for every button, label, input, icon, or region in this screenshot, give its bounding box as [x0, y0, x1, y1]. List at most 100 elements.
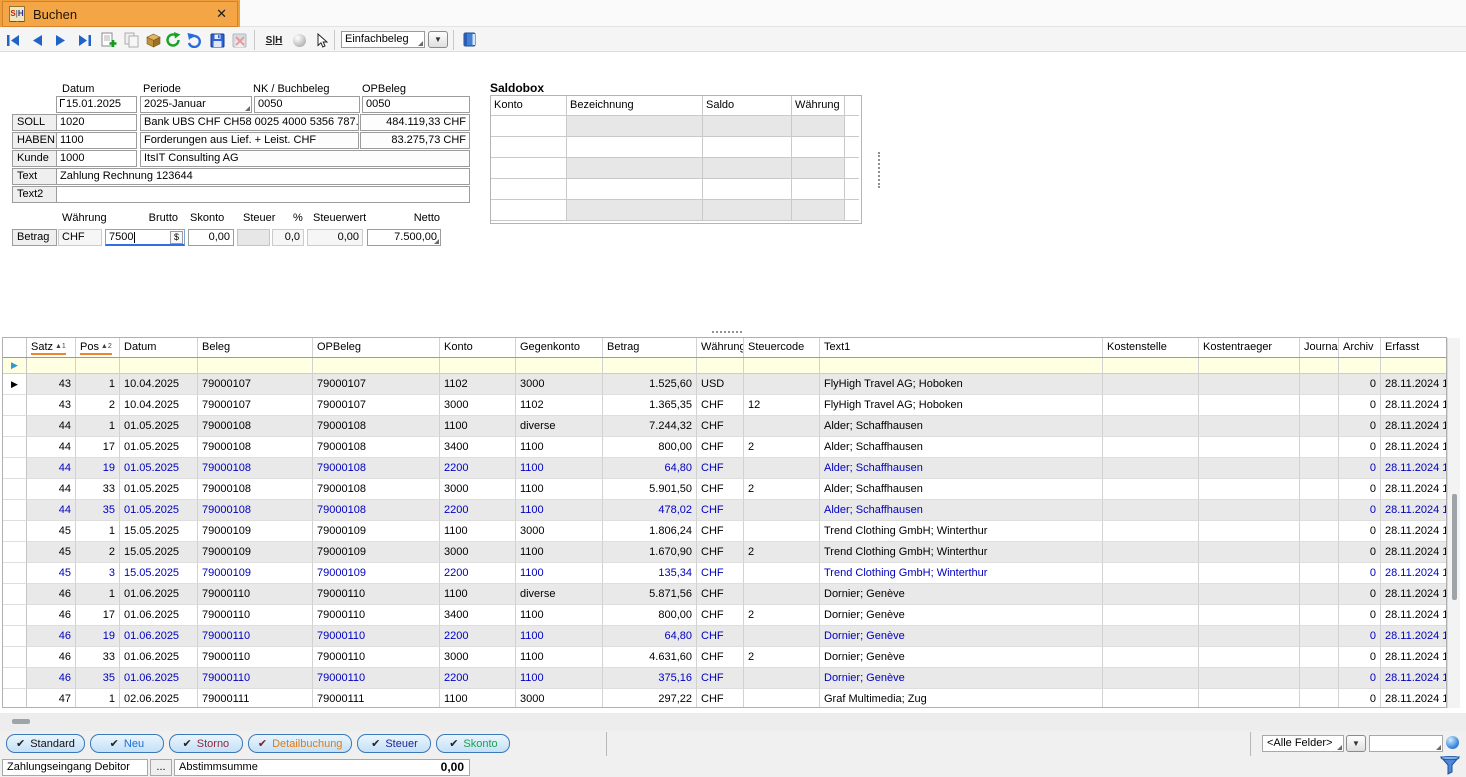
row-selector-cell[interactable]	[3, 458, 27, 479]
button-detailbuchung[interactable]: ✔Detailbuchung	[248, 734, 353, 753]
button-storno[interactable]: ✔Storno	[169, 734, 243, 753]
undo-icon[interactable]	[186, 31, 204, 49]
filter-cell-opbeleg[interactable]	[313, 358, 440, 374]
saldobox-row[interactable]	[491, 158, 861, 179]
netto-input[interactable]: 7.500,00	[367, 229, 441, 246]
booking-type-browse-button[interactable]: ...	[150, 759, 172, 776]
skonto-input[interactable]: 0,00	[188, 229, 234, 246]
pointer-icon[interactable]	[312, 31, 330, 49]
filter-cell-gegenkonto[interactable]	[516, 358, 603, 374]
column-header-archiv[interactable]: Archiv	[1339, 338, 1381, 357]
row-selector-cell[interactable]	[3, 542, 27, 563]
table-row[interactable]: 461901.06.202579000110790001102200110064…	[3, 626, 1446, 647]
soll-konto-input[interactable]: 1020	[56, 114, 137, 131]
column-header-betrag[interactable]: Betrag	[603, 338, 697, 357]
filter-cell-beleg[interactable]	[198, 358, 313, 374]
table-row[interactable]: 461701.06.202579000110790001103400110080…	[3, 605, 1446, 626]
column-header-gegenkonto[interactable]: Gegenkonto	[516, 338, 603, 357]
row-selector-cell[interactable]	[3, 605, 27, 626]
currency-button[interactable]: $	[170, 231, 183, 244]
column-header-kostentraeger[interactable]: Kostentraeger	[1199, 338, 1300, 357]
column-header-datum[interactable]: Datum	[120, 338, 198, 357]
row-selector-cell[interactable]	[3, 563, 27, 584]
last-record-button[interactable]	[76, 31, 94, 49]
saldobox-splitter-handle[interactable]	[878, 152, 880, 188]
search-sphere-icon[interactable]	[1446, 736, 1459, 749]
filter-cell-archiv[interactable]	[1339, 358, 1381, 374]
filter-cell-kostentraeger[interactable]	[1199, 358, 1300, 374]
column-header-pos[interactable]: Pos ▲2	[76, 338, 120, 357]
datum-input[interactable]: 15.01.2025	[56, 96, 137, 113]
document-type-dropdown-button[interactable]: ▼	[428, 31, 448, 48]
row-selector-cell[interactable]	[3, 521, 27, 542]
text-input[interactable]: Zahlung Rechnung 123644	[56, 168, 470, 185]
package-icon[interactable]	[144, 31, 162, 49]
table-filter-row[interactable]: ▶	[3, 358, 1446, 374]
column-header-satz[interactable]: Satz ▲1	[27, 338, 76, 357]
book-icon[interactable]	[460, 31, 478, 49]
table-row[interactable]: 443301.05.20257900010879000108300011005.…	[3, 479, 1446, 500]
table-row[interactable]: 463501.06.202579000110790001102200110037…	[3, 668, 1446, 689]
table-row[interactable]: 43210.04.20257900010779000107300011021.3…	[3, 395, 1446, 416]
table-row[interactable]: 441901.05.202579000108790001082200110064…	[3, 458, 1446, 479]
filter-cell-kostenstelle[interactable]	[1103, 358, 1199, 374]
vertical-scrollbar-thumb[interactable]	[1452, 494, 1457, 600]
column-header-steuercode[interactable]: Steuercode	[744, 338, 820, 357]
row-selector-cell[interactable]	[3, 479, 27, 500]
table-row[interactable]: ▶43110.04.20257900010779000107110230001.…	[3, 374, 1446, 395]
filter-cell-waehrung[interactable]	[697, 358, 744, 374]
button-skonto[interactable]: ✔Skonto	[436, 734, 510, 753]
column-header-erfasst[interactable]: Erfasst	[1381, 338, 1447, 357]
haben-konto-input[interactable]: 1100	[56, 132, 137, 149]
table-row[interactable]: 44101.05.202579000108790001081100diverse…	[3, 416, 1446, 437]
row-selector-cell[interactable]	[3, 668, 27, 689]
saldobox-row[interactable]	[491, 137, 861, 158]
button-neu[interactable]: ✔Neu	[90, 734, 164, 753]
nk-buchbeleg-input[interactable]: 0050	[254, 96, 360, 113]
filter-cell-erfasst[interactable]	[1381, 358, 1447, 374]
column-header-beleg[interactable]: Beleg	[198, 338, 313, 357]
table-row[interactable]: 46101.06.202579000110790001101100diverse…	[3, 584, 1446, 605]
table-row[interactable]: 45315.05.2025790001097900010922001100135…	[3, 563, 1446, 584]
horizontal-scrollbar-thumb[interactable]	[12, 719, 30, 724]
vertical-scrollbar[interactable]	[1447, 338, 1460, 708]
table-row[interactable]: 443501.05.202579000108790001082200110047…	[3, 500, 1446, 521]
tab-buchen[interactable]: S|H Buchen ✕	[2, 1, 238, 27]
table-row[interactable]: 45215.05.20257900010979000109300011001.6…	[3, 542, 1446, 563]
filter-cell-satz[interactable]	[27, 358, 76, 374]
filter-funnel-icon[interactable]	[1440, 756, 1460, 775]
booking-type-field[interactable]: Zahlungseingang Debitor	[2, 759, 148, 776]
table-row[interactable]: 47102.06.2025790001117900011111003000297…	[3, 689, 1446, 708]
filter-cell-journal[interactable]	[1300, 358, 1339, 374]
filter-cell-text1[interactable]	[820, 358, 1103, 374]
column-header-w-hrung[interactable]: Währung	[697, 338, 744, 357]
row-selector-cell[interactable]	[3, 584, 27, 605]
row-selector-cell[interactable]	[3, 689, 27, 708]
next-record-button[interactable]	[52, 31, 70, 49]
horizontal-scrollbar[interactable]	[0, 713, 1466, 731]
filter-cell-pos[interactable]	[76, 358, 120, 374]
opbeleg-input[interactable]: 0050	[362, 96, 470, 113]
fields-filter-select[interactable]: <Alle Felder>	[1262, 735, 1344, 752]
column-header-opbeleg[interactable]: OPBeleg	[313, 338, 440, 357]
column-header-kostenstelle[interactable]: Kostenstelle	[1103, 338, 1199, 357]
saldobox-row[interactable]	[491, 116, 861, 137]
table-row[interactable]: 463301.06.20257900011079000110300011004.…	[3, 647, 1446, 668]
saldobox-row[interactable]	[491, 179, 861, 200]
table-row[interactable]: 441701.05.202579000108790001083400110080…	[3, 437, 1446, 458]
kunde-konto-input[interactable]: 1000	[56, 150, 137, 167]
saldobox-row[interactable]	[491, 200, 861, 221]
document-type-select[interactable]: Einfachbeleg	[341, 31, 425, 48]
column-header-text1[interactable]: Text1	[820, 338, 1103, 357]
text2-input[interactable]	[56, 186, 470, 203]
row-selector-cell[interactable]	[3, 437, 27, 458]
filter-cell-betrag[interactable]	[603, 358, 697, 374]
refresh-icon[interactable]	[164, 31, 182, 49]
first-record-button[interactable]	[4, 31, 22, 49]
column-header-konto[interactable]: Konto	[440, 338, 516, 357]
close-icon[interactable]: ✕	[212, 6, 231, 22]
soll-haben-icon[interactable]: S|H	[262, 31, 286, 49]
save-icon[interactable]	[208, 31, 226, 49]
column-header-journal[interactable]: Journal	[1300, 338, 1339, 357]
brutto-input[interactable]: 7500 $	[105, 229, 185, 246]
